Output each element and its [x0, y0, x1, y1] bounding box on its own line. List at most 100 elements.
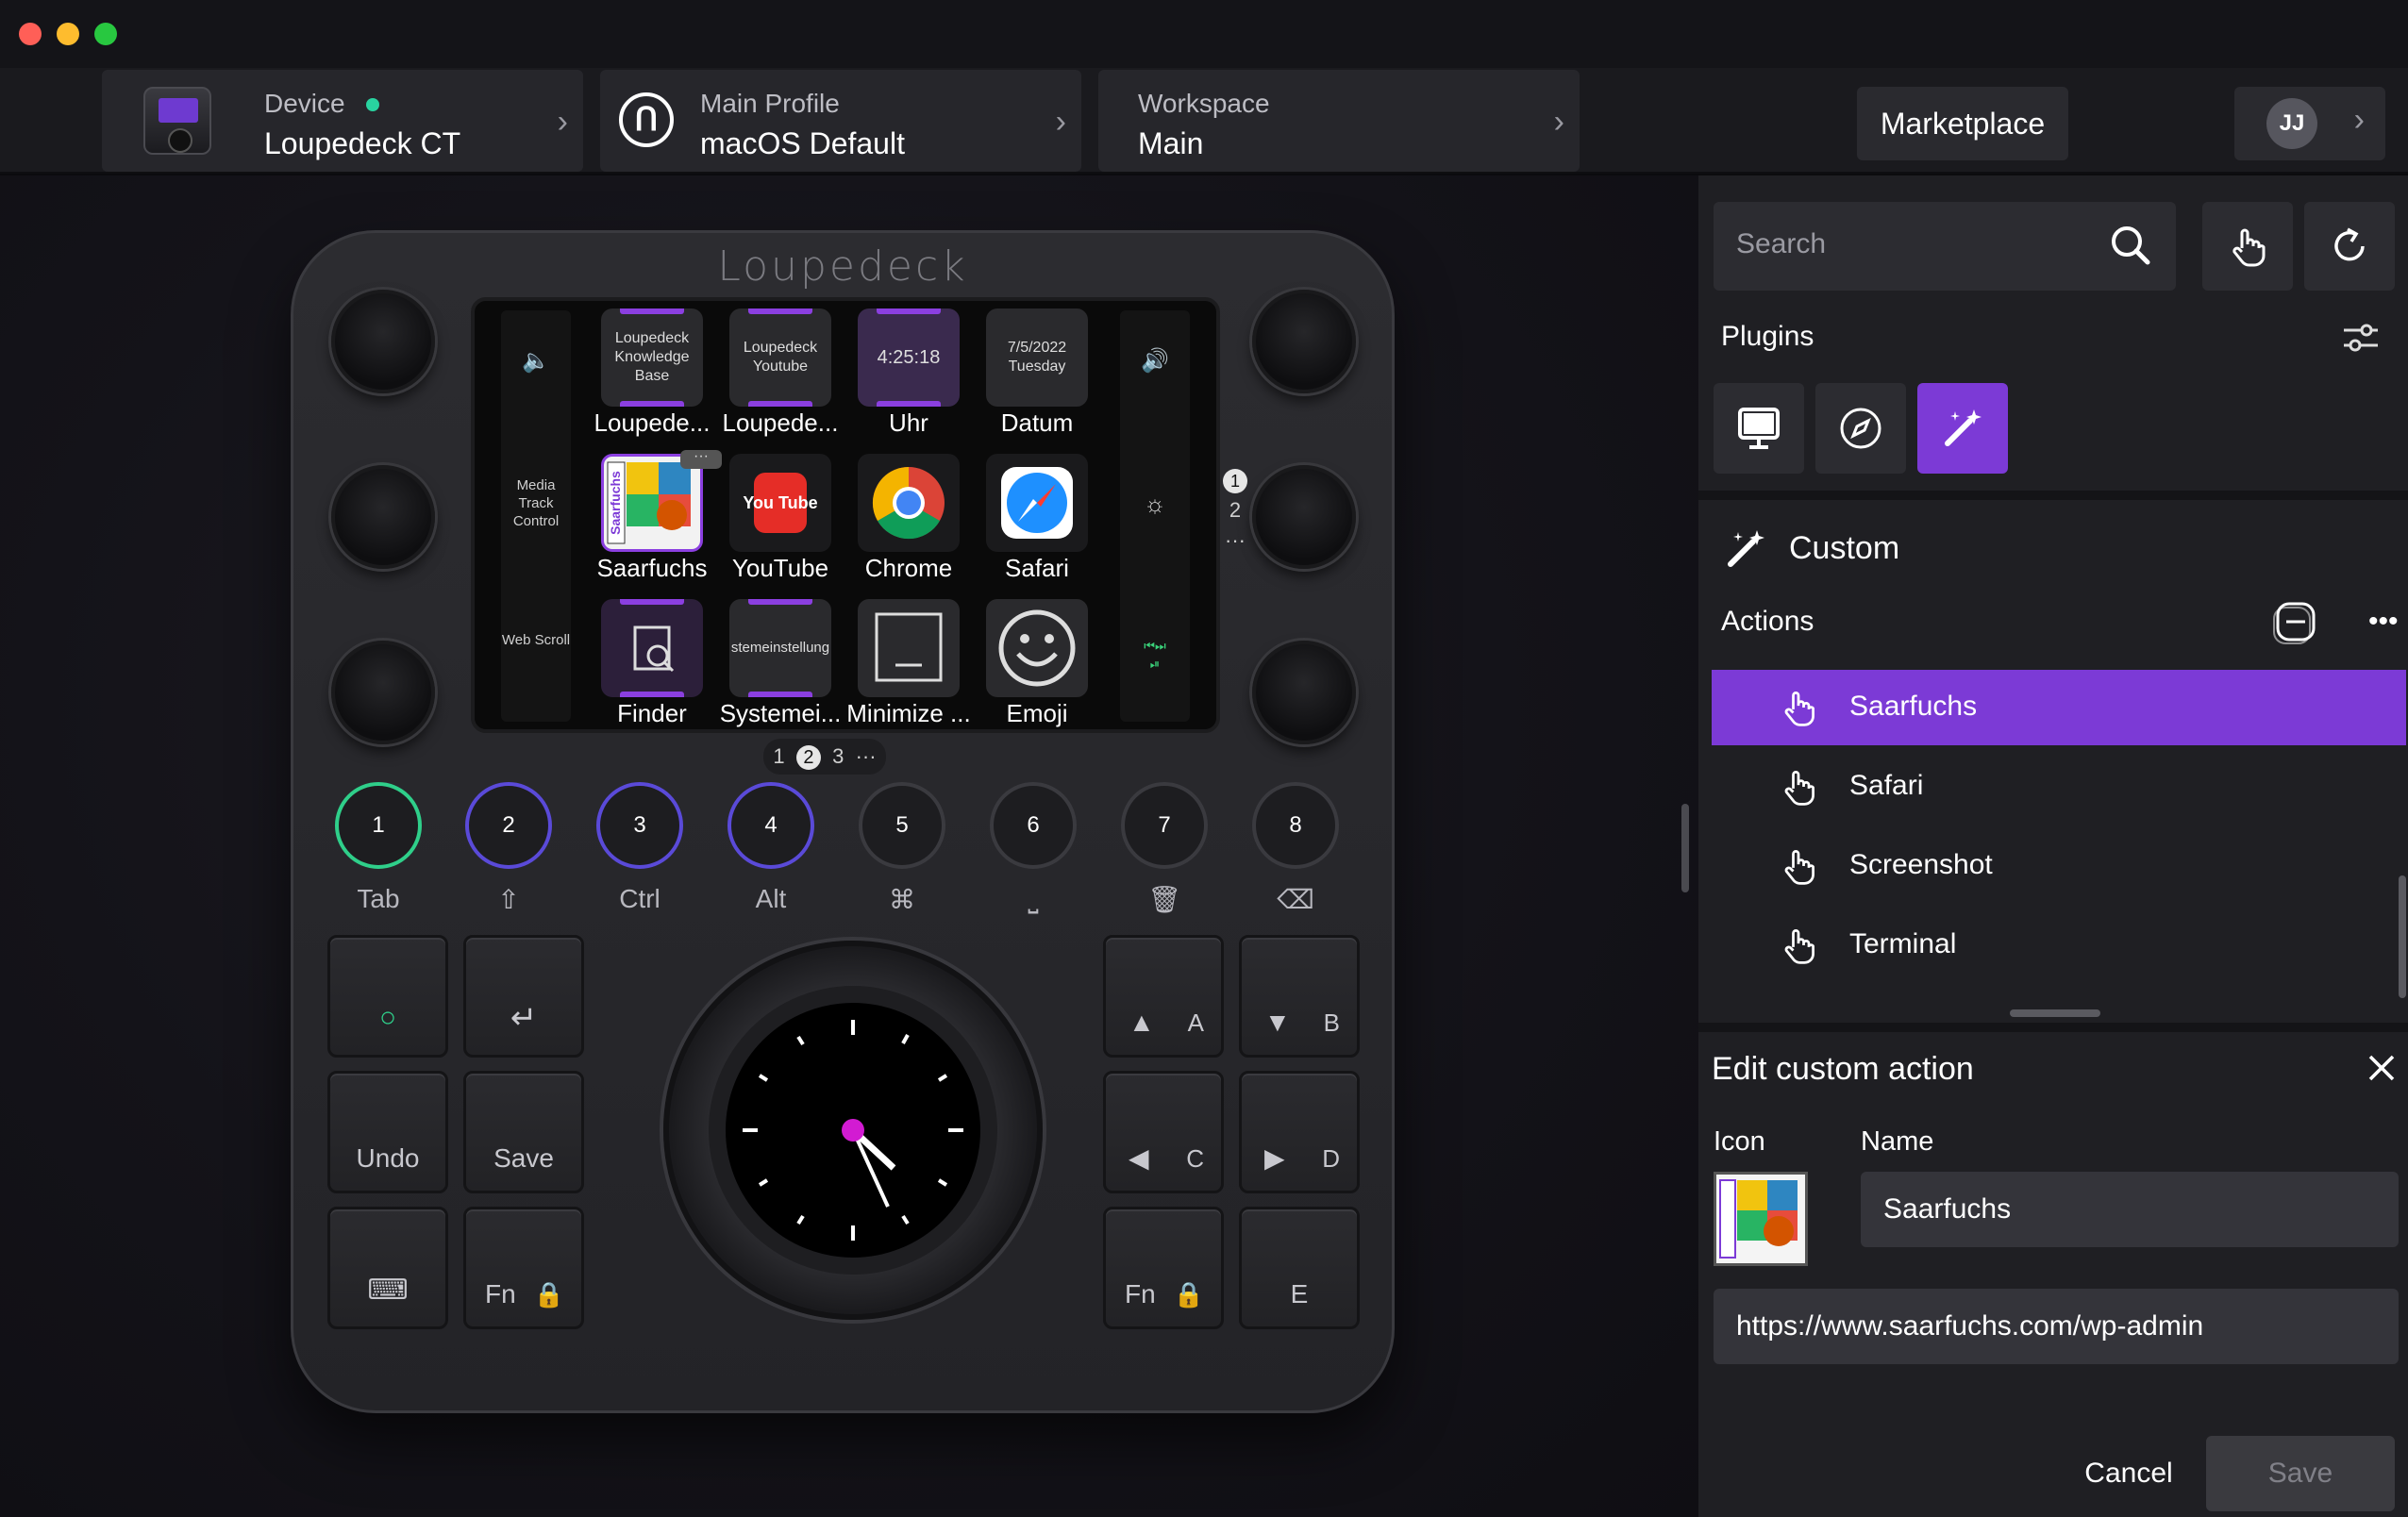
command-icon: ⌘	[889, 885, 915, 914]
key-undo[interactable]: Undo	[327, 1071, 448, 1193]
panel-resize-handle[interactable]	[1681, 804, 1689, 892]
plugin-tab-os[interactable]	[1714, 383, 1804, 474]
action-icon-picker[interactable]	[1714, 1172, 1808, 1266]
page-3[interactable]: 3	[832, 744, 844, 768]
round-button-3[interactable]: 3	[596, 782, 683, 869]
screen-tile-youtube[interactable]: You Tube	[729, 454, 831, 552]
list-item[interactable]: Terminal	[1712, 908, 2406, 983]
os-monitor-icon	[1738, 408, 1780, 449]
sliders-settings-icon[interactable]	[2338, 315, 2383, 360]
close-window-button[interactable]	[19, 23, 42, 45]
key-down-b[interactable]: ▼ B	[1239, 935, 1360, 1058]
chrome-icon	[872, 466, 945, 540]
collapse-icon[interactable]	[2270, 596, 2321, 647]
window-titlebar	[0, 0, 2408, 68]
actions-scrollbar[interactable]	[2399, 875, 2406, 998]
refresh-icon	[2334, 227, 2365, 261]
avatar: JJ	[2266, 98, 2317, 149]
round-button-1[interactable]: 1	[335, 782, 422, 869]
screen-tile-minimize[interactable]	[858, 599, 960, 697]
round-button-5[interactable]: 5	[859, 782, 945, 869]
jog-dial[interactable]	[663, 941, 1043, 1320]
screen-tile-safari[interactable]	[986, 454, 1088, 552]
key-circle[interactable]: ○	[327, 935, 448, 1058]
workspace-label: Workspace	[1138, 89, 1270, 118]
key-save[interactable]: Save	[463, 1071, 584, 1193]
screen-tile-finder[interactable]	[601, 599, 703, 697]
plugin-tab-safari[interactable]	[1815, 383, 1906, 474]
media-controls-icon: ⏮⏭ ⏯	[1144, 639, 1166, 671]
list-item[interactable]: Saarfuchs	[1712, 670, 2406, 745]
key-e[interactable]: E	[1239, 1207, 1360, 1329]
chevron-right-icon: ›	[557, 104, 568, 140]
key-enter[interactable]: ↵	[463, 935, 584, 1058]
cancel-button[interactable]: Cancel	[2053, 1436, 2204, 1511]
workspace-selector[interactable]: Workspace Main ›	[1098, 70, 1580, 172]
screen-tile-chrome[interactable]	[858, 454, 960, 552]
device-selector[interactable]: Device Loupedeck CT ›	[102, 70, 583, 172]
user-menu-button[interactable]: JJ ›	[2234, 87, 2385, 160]
key-keyboard[interactable]: ⌨	[327, 1207, 448, 1329]
list-item[interactable]: Screenshot	[1712, 828, 2406, 904]
page-2-current[interactable]: 2	[795, 745, 821, 770]
knob-right-1[interactable]	[1252, 290, 1356, 393]
page-1[interactable]: 1	[773, 744, 784, 768]
zoom-window-button[interactable]	[94, 23, 117, 45]
vpage-2[interactable]: 2	[1229, 498, 1241, 522]
key-left-c[interactable]: ◀ C	[1103, 1071, 1224, 1193]
key-fn-left[interactable]: Fn 🔒	[463, 1207, 584, 1329]
plugins-heading: Plugins	[1721, 321, 1814, 352]
icon-field-label: Icon	[1714, 1126, 1765, 1157]
right-side-column[interactable]: 🔊 ☼ ⏮⏭ ⏯	[1120, 310, 1190, 722]
screen-tile-loupedeck-youtube[interactable]: Loupedeck Youtube	[729, 308, 831, 407]
page-indicator[interactable]: 1 2 3 ···	[763, 739, 886, 775]
page-more[interactable]: ···	[856, 744, 877, 768]
list-item[interactable]: Safari	[1712, 749, 2406, 825]
more-options-icon[interactable]: ···	[680, 449, 722, 469]
knob-right-3[interactable]	[1252, 641, 1356, 744]
round-button-6[interactable]: 6	[990, 782, 1077, 869]
tile-label: Saarfuchs	[596, 554, 708, 582]
screen-tile-date[interactable]: 7/5/2022 Tuesday	[986, 308, 1088, 407]
minimize-window-button[interactable]	[57, 23, 79, 45]
left-side-column[interactable]: 🔈 Media Track Control Web Scroll	[501, 310, 571, 722]
search-input[interactable]: Search	[1736, 228, 1826, 260]
action-url-input[interactable]	[1714, 1289, 2399, 1364]
refresh-button[interactable]	[2304, 202, 2395, 291]
vpage-1-current[interactable]: 1	[1223, 469, 1247, 493]
key-right-d[interactable]: ▶ D	[1239, 1071, 1360, 1193]
touch-mode-button[interactable]	[2202, 202, 2293, 291]
tile-label: Chrome	[864, 554, 953, 582]
round-button-4[interactable]: 4	[727, 782, 814, 869]
screen-tile-clock[interactable]: 4:25:18	[858, 308, 960, 407]
chevron-right-icon: ›	[1055, 104, 1066, 140]
close-icon[interactable]	[2355, 1042, 2408, 1094]
chevron-right-icon: ›	[1553, 104, 1564, 140]
panel-split-grabber[interactable]	[2010, 1009, 2100, 1017]
round-button-2[interactable]: 2	[465, 782, 552, 869]
knob-left-3[interactable]	[331, 641, 435, 744]
marketplace-button[interactable]: Marketplace	[1857, 87, 2068, 160]
tile-label: Minimize ...	[846, 699, 971, 727]
action-name-input[interactable]	[1861, 1172, 2399, 1247]
saarfuchs-logo-icon	[1719, 1179, 1798, 1259]
plugin-tab-custom[interactable]	[1917, 383, 2008, 474]
round-button-8[interactable]: 8	[1252, 782, 1339, 869]
profile-selector[interactable]: Ո Main Profile macOS Default ›	[600, 70, 1081, 172]
key-fn-right[interactable]: Fn 🔒	[1103, 1207, 1224, 1329]
tile-label: Uhr	[889, 408, 928, 437]
round-button-7[interactable]: 7	[1121, 782, 1208, 869]
search-icon[interactable]	[2104, 219, 2157, 272]
screen-tile-knowledge-base[interactable]: Loupedeck Knowledge Base	[601, 308, 703, 407]
knob-left-2[interactable]	[331, 465, 435, 569]
screen-tile-system-settings[interactable]: stemeinstellung	[729, 599, 831, 697]
key-up-a[interactable]: ▲ A	[1103, 935, 1224, 1058]
knob-left-1[interactable]	[331, 290, 435, 393]
knob-right-2[interactable]	[1252, 465, 1356, 569]
search-box[interactable]: Search	[1714, 202, 2176, 291]
screen-tile-emoji[interactable]	[986, 599, 1088, 697]
save-button[interactable]: Save	[2206, 1436, 2395, 1511]
more-options-icon[interactable]: •••	[2368, 596, 2408, 647]
vertical-page-indicator[interactable]: 1 2 ···	[1220, 465, 1250, 556]
vpage-more[interactable]: ···	[1225, 528, 1246, 552]
